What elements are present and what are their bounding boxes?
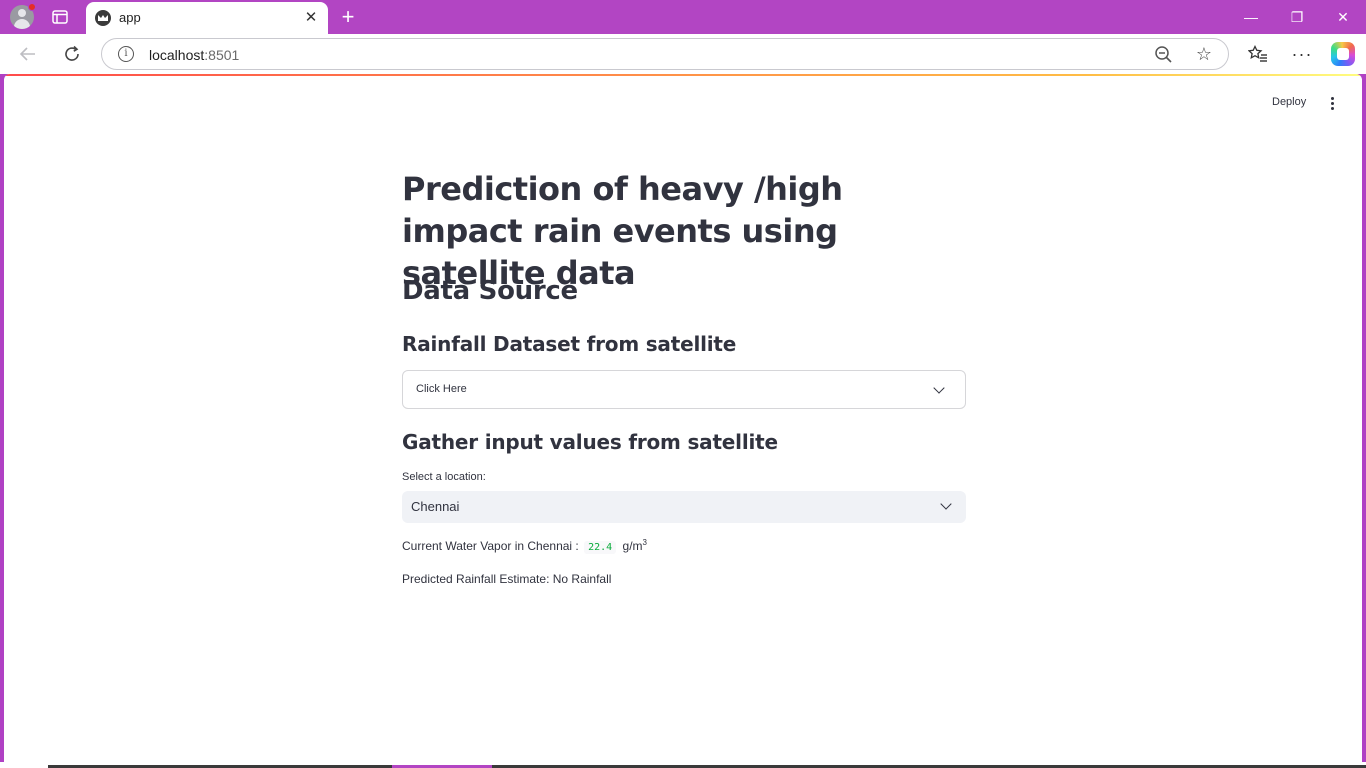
close-tab-icon[interactable]: ✕ [303,10,319,26]
water-vapor-unit: g/m3 [622,538,647,553]
back-arrow-icon[interactable] [14,40,42,68]
deploy-button[interactable]: Deploy [1266,94,1312,112]
taskbar-edge [0,762,1366,768]
favorite-star-icon[interactable]: ☆ [1194,44,1214,64]
location-select[interactable]: Chennai [402,491,966,523]
more-options-icon[interactable]: ··· [1288,40,1316,68]
tab-title: app [119,10,141,25]
chevron-down-icon [940,498,952,510]
restore-icon[interactable]: ❐ [1274,4,1320,30]
location-selected-value: Chennai [411,499,460,514]
browser-tab-active[interactable]: app ✕ [86,2,328,34]
profile-avatar-icon[interactable] [9,3,36,30]
chevron-down-icon [933,382,945,394]
zoom-out-icon[interactable] [1154,45,1174,65]
rainfall-dataset-expander[interactable]: Click Here [402,370,966,409]
reload-icon[interactable] [58,40,86,68]
new-tab-button[interactable]: + [336,5,360,29]
data-source-heading: Data Source [402,276,578,306]
water-vapor-value: 22.4 [584,541,617,554]
expander-label: Click Here [416,383,467,395]
streamlit-crown-icon [95,10,111,26]
header-decoration-bar [4,74,1362,76]
location-label: Select a location: [402,471,486,483]
close-window-icon[interactable]: ✕ [1320,4,1366,30]
address-bar[interactable]: i localhost:8501 ☆ [101,38,1229,70]
main-menu-icon[interactable] [1324,94,1340,112]
prediction-text: Predicted Rainfall Estimate: No Rainfall [402,572,612,586]
page-viewport: Deploy Prediction of heavy /high impact … [4,74,1362,762]
url-text: localhost:8501 [149,47,240,63]
minimize-icon[interactable]: — [1228,4,1274,30]
browser-toolbar: i localhost:8501 ☆ ··· [0,34,1366,74]
browser-titlebar: app ✕ + — ❐ ✕ [0,0,1366,34]
water-vapor-text: Current Water Vapor in Chennai : 22.4 g/… [402,538,647,554]
copilot-icon[interactable] [1331,42,1355,66]
gather-input-heading: Gather input values from satellite [402,430,778,454]
tab-actions-icon[interactable] [48,6,72,28]
rainfall-dataset-heading: Rainfall Dataset from satellite [402,332,737,356]
site-info-icon[interactable]: i [118,46,134,62]
notification-dot [28,3,36,11]
favorites-icon[interactable] [1244,40,1272,68]
